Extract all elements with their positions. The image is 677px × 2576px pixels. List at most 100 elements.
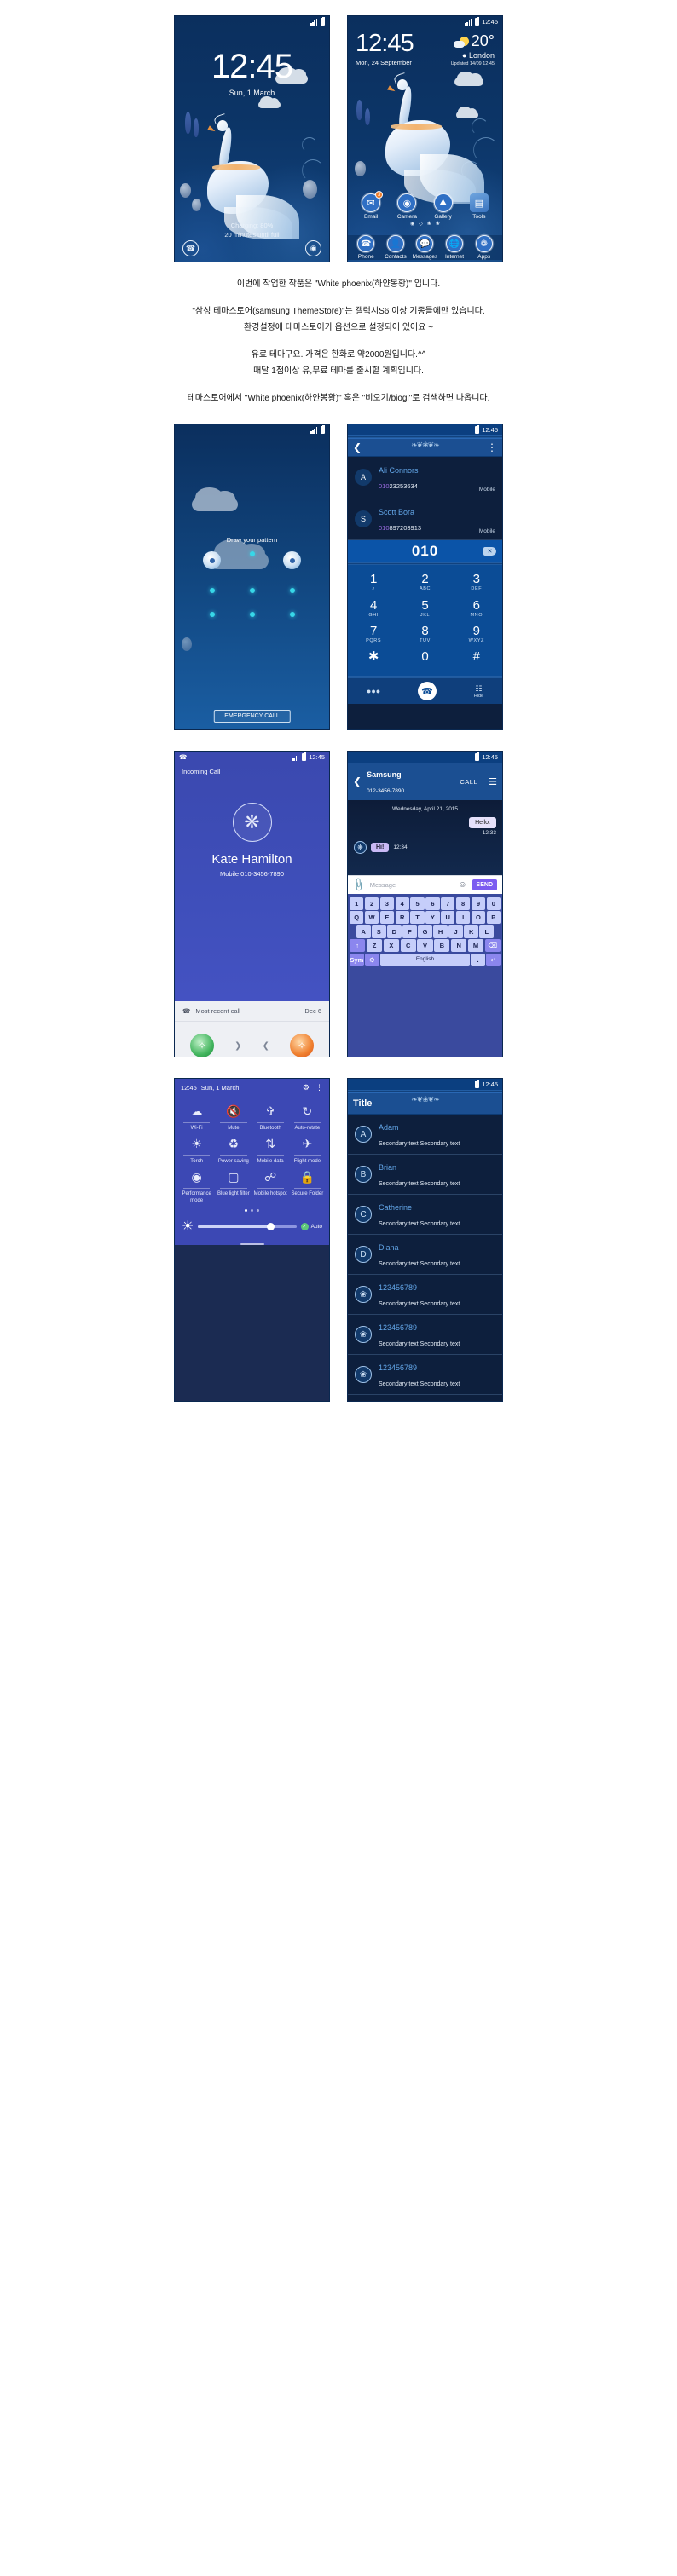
list-item[interactable]: C Catherine Secondary text Secondary text <box>348 1195 502 1235</box>
tile-blue-light-filter[interactable]: ▢ Blue light filter <box>215 1167 252 1204</box>
tile-power-saving[interactable]: ♻ Power saving <box>215 1135 252 1166</box>
tile-performance-mode[interactable]: ◉ Performance mode <box>178 1167 215 1204</box>
key[interactable]: L <box>479 925 495 938</box>
key[interactable]: V <box>417 939 433 952</box>
tile-flight-mode[interactable]: ✈ Flight mode <box>289 1135 326 1166</box>
brightness-row[interactable]: ☀ ✓ Auto <box>175 1212 329 1237</box>
pattern-node[interactable] <box>289 612 295 617</box>
pattern-node[interactable] <box>249 612 255 617</box>
tile-mobile-data[interactable]: ⇅ Mobile data <box>252 1135 289 1166</box>
key-star[interactable]: ✱ <box>348 647 399 672</box>
back-arrow-icon[interactable]: ❮ <box>353 442 362 452</box>
key[interactable]: R <box>395 911 409 924</box>
phone-icon[interactable]: ☎ <box>182 240 199 256</box>
key-6[interactable]: 6 MNO <box>451 596 502 621</box>
key[interactable]: M <box>467 939 484 952</box>
list-item[interactable]: A Adam Secondary text Secondary text <box>348 1115 502 1155</box>
key-hash[interactable]: # <box>451 647 502 672</box>
pattern-node[interactable] <box>209 612 215 617</box>
key[interactable]: 0 <box>486 896 501 910</box>
weather-widget[interactable]: 20° ● London Updated 14/09 12:45 <box>451 32 495 66</box>
key-7[interactable]: 7 PQRS <box>348 621 399 647</box>
dock-internet[interactable]: 🌐 Internet <box>440 235 469 260</box>
key[interactable]: P <box>486 911 501 924</box>
call-icon[interactable]: ☎ <box>417 682 437 700</box>
accept-call-icon[interactable]: ✧ <box>190 1034 214 1057</box>
key[interactable]: J <box>448 925 463 938</box>
key-4[interactable]: 4 GHI <box>348 596 399 621</box>
call-button[interactable]: CALL <box>460 778 477 786</box>
contact-row[interactable]: S Scott Bora 010897203913 Mobile <box>348 498 502 540</box>
key[interactable]: Y <box>425 911 440 924</box>
tile-secure-folder[interactable]: 🔒 Secure Folder <box>289 1167 326 1204</box>
list-item[interactable]: ❀ 123456789 Secondary text Secondary text <box>348 1275 502 1315</box>
key-9[interactable]: 9 WXYZ <box>451 621 502 647</box>
key-5[interactable]: 5 JKL <box>399 596 450 621</box>
key-1[interactable]: 1 ⌕ <box>348 569 399 596</box>
key[interactable]: 1 <box>350 896 364 910</box>
key[interactable]: S <box>372 925 386 938</box>
auto-brightness-checkbox[interactable]: ✓ <box>300 1222 309 1230</box>
key[interactable]: T <box>410 911 425 924</box>
hamburger-icon[interactable]: ☰ <box>489 776 497 787</box>
app-tools[interactable]: ▤ Tools <box>465 193 494 220</box>
gear-icon[interactable]: ⚙ <box>303 1083 310 1092</box>
key[interactable]: I <box>455 911 471 924</box>
app-camera[interactable]: ◉ Camera <box>392 193 421 220</box>
key[interactable]: 9 <box>471 896 486 910</box>
dial-number-field[interactable]: 010 ✕ <box>348 540 502 562</box>
period-key[interactable]: . <box>471 953 485 966</box>
list-item[interactable]: B Brian Secondary text Secondary text <box>348 1155 502 1195</box>
backspace-icon[interactable]: ✕ <box>483 547 496 556</box>
kebab-menu-icon[interactable]: ⋮ <box>315 1083 323 1092</box>
key[interactable]: U <box>441 911 455 924</box>
video-call-icon[interactable]: ●●● <box>367 687 380 695</box>
key-3[interactable]: 3 DEF <box>451 569 502 596</box>
brightness-slider[interactable] <box>198 1222 297 1230</box>
pattern-node[interactable] <box>289 588 295 593</box>
key[interactable]: N <box>450 939 467 952</box>
symbol-key[interactable]: Sym <box>350 953 364 966</box>
back-arrow-icon[interactable]: ❮ <box>353 776 362 787</box>
key[interactable]: W <box>364 911 379 924</box>
reject-call-icon[interactable]: ✧ <box>289 1034 314 1057</box>
enter-key[interactable]: ↵ <box>486 953 501 966</box>
key[interactable]: Z <box>366 939 383 952</box>
keypad-icon[interactable]: ☷ Hide <box>474 684 483 699</box>
key[interactable]: 8 <box>455 896 471 910</box>
key[interactable]: 6 <box>425 896 440 910</box>
key-0[interactable]: 0 + <box>399 647 450 672</box>
smiley-icon[interactable]: ☺ <box>458 880 466 890</box>
app-email[interactable]: ✉ 3 Email <box>356 191 385 220</box>
pattern-node[interactable] <box>283 551 301 569</box>
key[interactable]: B <box>434 939 450 952</box>
pattern-node[interactable] <box>203 551 221 569</box>
tile-auto-rotate[interactable]: ↻ Auto-rotate <box>289 1102 326 1132</box>
tile-mute[interactable]: 🔇 Mute <box>215 1102 252 1132</box>
list-item[interactable]: ❀ 123456789 Secondary text Secondary text <box>348 1315 502 1355</box>
list-item[interactable]: ❀ 123456789 Secondary text Secondary text <box>348 1355 502 1395</box>
key-2[interactable]: 2 ABC <box>399 569 450 596</box>
key[interactable]: C <box>400 939 416 952</box>
key[interactable]: E <box>379 911 395 924</box>
key[interactable]: 4 <box>395 896 409 910</box>
key[interactable]: O <box>471 911 486 924</box>
key[interactable]: A <box>356 925 371 938</box>
dock-phone[interactable]: ☎ Phone <box>351 235 380 260</box>
space-key[interactable]: English <box>380 953 470 966</box>
tile-wifi[interactable]: ☁ Wi-Fi <box>178 1102 215 1132</box>
kebab-menu-icon[interactable]: ⋮ <box>487 442 497 452</box>
list-item[interactable]: D Diana Secondary text Secondary text <box>348 1235 502 1275</box>
pattern-node[interactable] <box>249 551 255 556</box>
paperclip-icon[interactable]: 📎 <box>350 877 367 893</box>
send-button[interactable]: SEND <box>472 879 497 890</box>
key[interactable]: G <box>418 925 432 938</box>
key[interactable]: D <box>387 925 402 938</box>
key[interactable]: 2 <box>364 896 379 910</box>
message-input[interactable]: Message <box>370 881 454 889</box>
shift-key[interactable]: ↑ <box>350 939 366 952</box>
gear-icon[interactable]: ⚙ <box>365 953 379 966</box>
pattern-node[interactable] <box>249 588 255 593</box>
key[interactable]: F <box>402 925 417 938</box>
key[interactable]: X <box>383 939 399 952</box>
